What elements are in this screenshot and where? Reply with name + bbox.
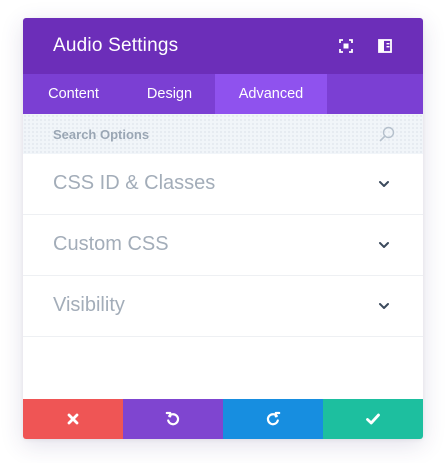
expand-icon <box>339 39 353 53</box>
chevron-down-icon <box>379 303 389 309</box>
undo-icon <box>165 411 180 426</box>
save-button[interactable] <box>323 399 423 439</box>
section-label: Visibility <box>53 294 125 316</box>
search-input[interactable] <box>53 114 373 154</box>
section-label: CSS ID & Classes <box>53 172 216 194</box>
search-bar <box>23 114 423 154</box>
tab-bar: Content Design Advanced <box>23 74 423 114</box>
modal-header: Audio Settings <box>23 18 423 74</box>
expand-button[interactable] <box>336 36 356 56</box>
audio-settings-modal: Audio Settings Content Design Advanced S… <box>23 18 423 439</box>
modal-footer <box>23 399 423 439</box>
tab-advanced[interactable]: Advanced <box>215 74 327 114</box>
section-css-id-classes[interactable]: CSS ID & Classes <box>23 154 423 215</box>
tab-content[interactable]: Content <box>23 74 124 114</box>
cancel-button[interactable] <box>23 399 123 439</box>
undo-button[interactable] <box>123 399 223 439</box>
chevron-down-icon <box>379 181 389 187</box>
section-visibility[interactable]: Visibility <box>23 276 423 337</box>
tab-design[interactable]: Design <box>124 74 215 114</box>
sidebar-layout-icon <box>378 39 392 53</box>
chevron-down-icon <box>379 242 389 248</box>
redo-icon <box>266 411 281 426</box>
checkmark-icon <box>366 413 380 425</box>
search-icon[interactable] <box>378 125 396 143</box>
close-icon <box>67 413 79 425</box>
modal-title: Audio Settings <box>53 35 179 56</box>
sidebar-layout-button[interactable] <box>375 36 395 56</box>
section-custom-css[interactable]: Custom CSS <box>23 215 423 276</box>
section-label: Custom CSS <box>53 233 169 255</box>
redo-button[interactable] <box>223 399 323 439</box>
